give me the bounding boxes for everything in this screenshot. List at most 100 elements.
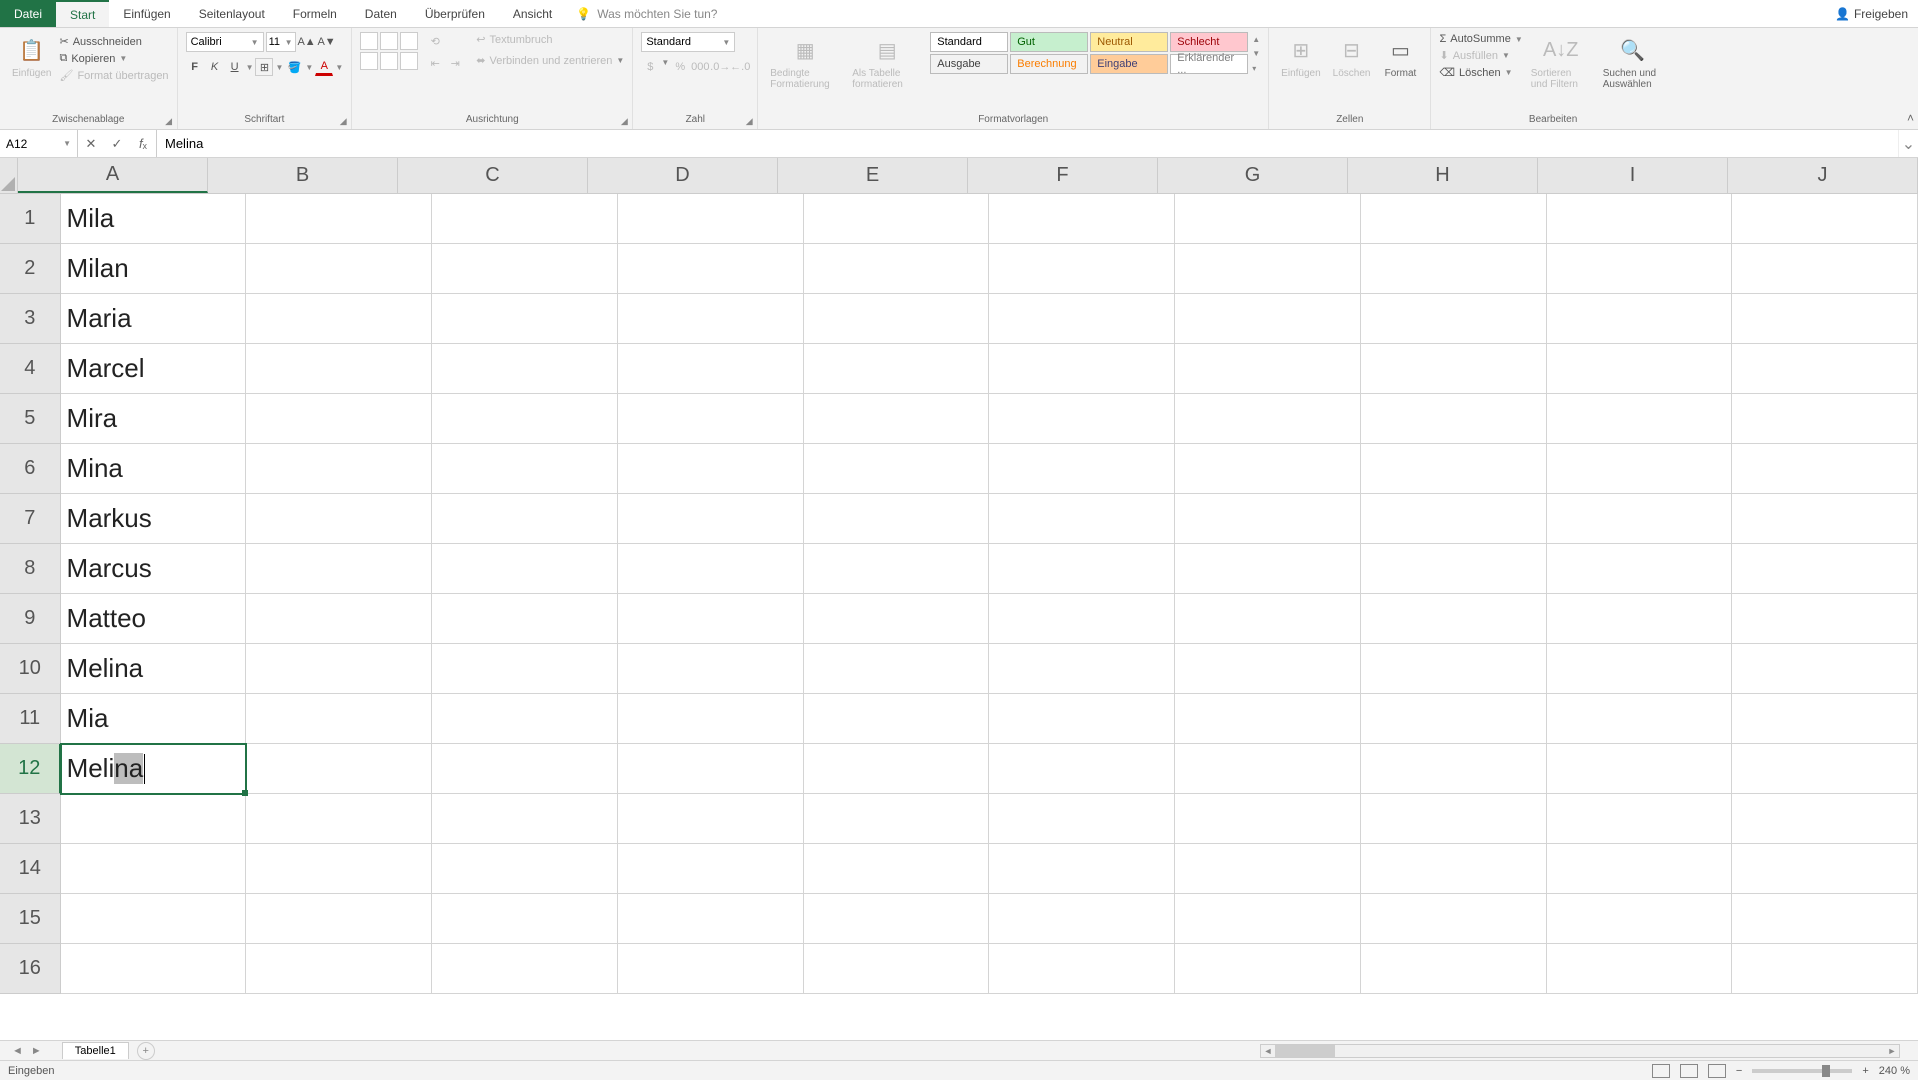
cell-B12[interactable]	[246, 744, 432, 794]
cell-I3[interactable]	[1547, 294, 1733, 344]
cell-G15[interactable]	[1175, 894, 1361, 944]
column-header-F[interactable]: F	[968, 158, 1158, 193]
cell-C4[interactable]	[432, 344, 618, 394]
cell-A13[interactable]	[61, 794, 247, 844]
cell-D16[interactable]	[618, 944, 804, 994]
tab-insert[interactable]: Einfügen	[109, 0, 184, 27]
column-header-I[interactable]: I	[1538, 158, 1728, 193]
cell-G6[interactable]	[1175, 444, 1361, 494]
cell-F3[interactable]	[989, 294, 1175, 344]
cell-I12[interactable]	[1547, 744, 1733, 794]
cell-B3[interactable]	[246, 294, 432, 344]
tab-formulas[interactable]: Formeln	[279, 0, 351, 27]
view-page-layout-button[interactable]	[1680, 1064, 1698, 1078]
cell-I5[interactable]	[1547, 394, 1733, 444]
view-page-break-button[interactable]	[1708, 1064, 1726, 1078]
row-header-12[interactable]: 12	[0, 744, 61, 794]
cell-A16[interactable]	[61, 944, 247, 994]
cell-H13[interactable]	[1361, 794, 1547, 844]
cell-I2[interactable]	[1547, 244, 1733, 294]
cell-J5[interactable]	[1732, 394, 1918, 444]
styles-scroll-down[interactable]: ▼	[1252, 49, 1260, 58]
cell-style-neutral[interactable]: Neutral	[1090, 32, 1168, 52]
cell-H10[interactable]	[1361, 644, 1547, 694]
insert-function-button[interactable]: fₓ	[130, 130, 156, 157]
cell-G3[interactable]	[1175, 294, 1361, 344]
cell-G4[interactable]	[1175, 344, 1361, 394]
cell-E6[interactable]	[804, 444, 990, 494]
cell-A14[interactable]	[61, 844, 247, 894]
cell-H16[interactable]	[1361, 944, 1547, 994]
cell-D14[interactable]	[618, 844, 804, 894]
cell-B11[interactable]	[246, 694, 432, 744]
bold-button[interactable]: F	[186, 58, 204, 76]
cell-B13[interactable]	[246, 794, 432, 844]
cell-A7[interactable]: Markus	[61, 494, 247, 544]
cell-H5[interactable]	[1361, 394, 1547, 444]
tell-me-search[interactable]: 💡 Was möchten Sie tun?	[576, 0, 717, 27]
insert-cells-button[interactable]: ⊞Einfügen	[1277, 32, 1324, 81]
column-header-J[interactable]: J	[1728, 158, 1918, 193]
merge-center-button[interactable]: ⬌Verbinden und zentrieren▼	[476, 53, 624, 68]
increase-font-button[interactable]: A▲	[298, 33, 316, 51]
cell-H6[interactable]	[1361, 444, 1547, 494]
row-header-8[interactable]: 8	[0, 544, 61, 594]
cell-D15[interactable]	[618, 894, 804, 944]
view-normal-button[interactable]	[1652, 1064, 1670, 1078]
cell-H15[interactable]	[1361, 894, 1547, 944]
cell-C6[interactable]	[432, 444, 618, 494]
decrease-font-button[interactable]: A▼	[318, 33, 336, 51]
cell-H1[interactable]	[1361, 194, 1547, 244]
cell-C15[interactable]	[432, 894, 618, 944]
cell-styles-gallery[interactable]: StandardGutNeutralSchlechtAusgabeBerechn…	[930, 32, 1248, 74]
cell-E8[interactable]	[804, 544, 990, 594]
sheet-nav-prev[interactable]: ◄	[12, 1045, 23, 1057]
cell-F7[interactable]	[989, 494, 1175, 544]
cell-G14[interactable]	[1175, 844, 1361, 894]
zoom-slider[interactable]	[1752, 1069, 1852, 1073]
font-dialog-launcher[interactable]: ◢	[337, 115, 349, 127]
cell-E11[interactable]	[804, 694, 990, 744]
number-format-select[interactable]: Standard▼	[641, 32, 735, 52]
column-header-E[interactable]: E	[778, 158, 968, 193]
collapse-ribbon-button[interactable]: ˄	[1907, 111, 1914, 125]
cell-D2[interactable]	[618, 244, 804, 294]
sheet-tab[interactable]: Tabelle1	[62, 1042, 129, 1059]
cell-J16[interactable]	[1732, 944, 1918, 994]
cell-J1[interactable]	[1732, 194, 1918, 244]
cell-J7[interactable]	[1732, 494, 1918, 544]
format-cells-button[interactable]: ▭Format	[1378, 32, 1422, 81]
cell-A2[interactable]: Milan	[61, 244, 247, 294]
fill-handle[interactable]	[242, 790, 248, 796]
cell-F5[interactable]	[989, 394, 1175, 444]
cell-H7[interactable]	[1361, 494, 1547, 544]
cell-J13[interactable]	[1732, 794, 1918, 844]
cell-F8[interactable]	[989, 544, 1175, 594]
copy-button[interactable]: ⧉Kopieren▼	[59, 51, 168, 66]
cell-B14[interactable]	[246, 844, 432, 894]
cell-F11[interactable]	[989, 694, 1175, 744]
cell-E3[interactable]	[804, 294, 990, 344]
cell-H8[interactable]	[1361, 544, 1547, 594]
format-painter-button[interactable]: 🖌Format übertragen	[59, 68, 168, 83]
cell-J6[interactable]	[1732, 444, 1918, 494]
fill-color-button[interactable]: 🪣	[285, 58, 303, 76]
cell-F9[interactable]	[989, 594, 1175, 644]
column-header-A[interactable]: A	[18, 158, 208, 193]
formula-enter-button[interactable]: ✓	[104, 130, 130, 157]
formula-bar-expand[interactable]: ⌄	[1898, 130, 1918, 157]
tab-file[interactable]: Datei	[0, 0, 56, 27]
increase-indent-button[interactable]: ⇥	[446, 54, 464, 72]
styles-more[interactable]: ▾	[1252, 64, 1260, 73]
cell-B16[interactable]	[246, 944, 432, 994]
cell-D10[interactable]	[618, 644, 804, 694]
sheet-nav-next[interactable]: ►	[31, 1045, 42, 1057]
cell-I15[interactable]	[1547, 894, 1733, 944]
cell-B10[interactable]	[246, 644, 432, 694]
cell-G11[interactable]	[1175, 694, 1361, 744]
cell-E13[interactable]	[804, 794, 990, 844]
font-size-select[interactable]: 11▼	[266, 32, 296, 52]
autosum-button[interactable]: ΣAutoSumme▼	[1439, 32, 1522, 46]
cell-J2[interactable]	[1732, 244, 1918, 294]
styles-scroll-up[interactable]: ▲	[1252, 35, 1260, 44]
